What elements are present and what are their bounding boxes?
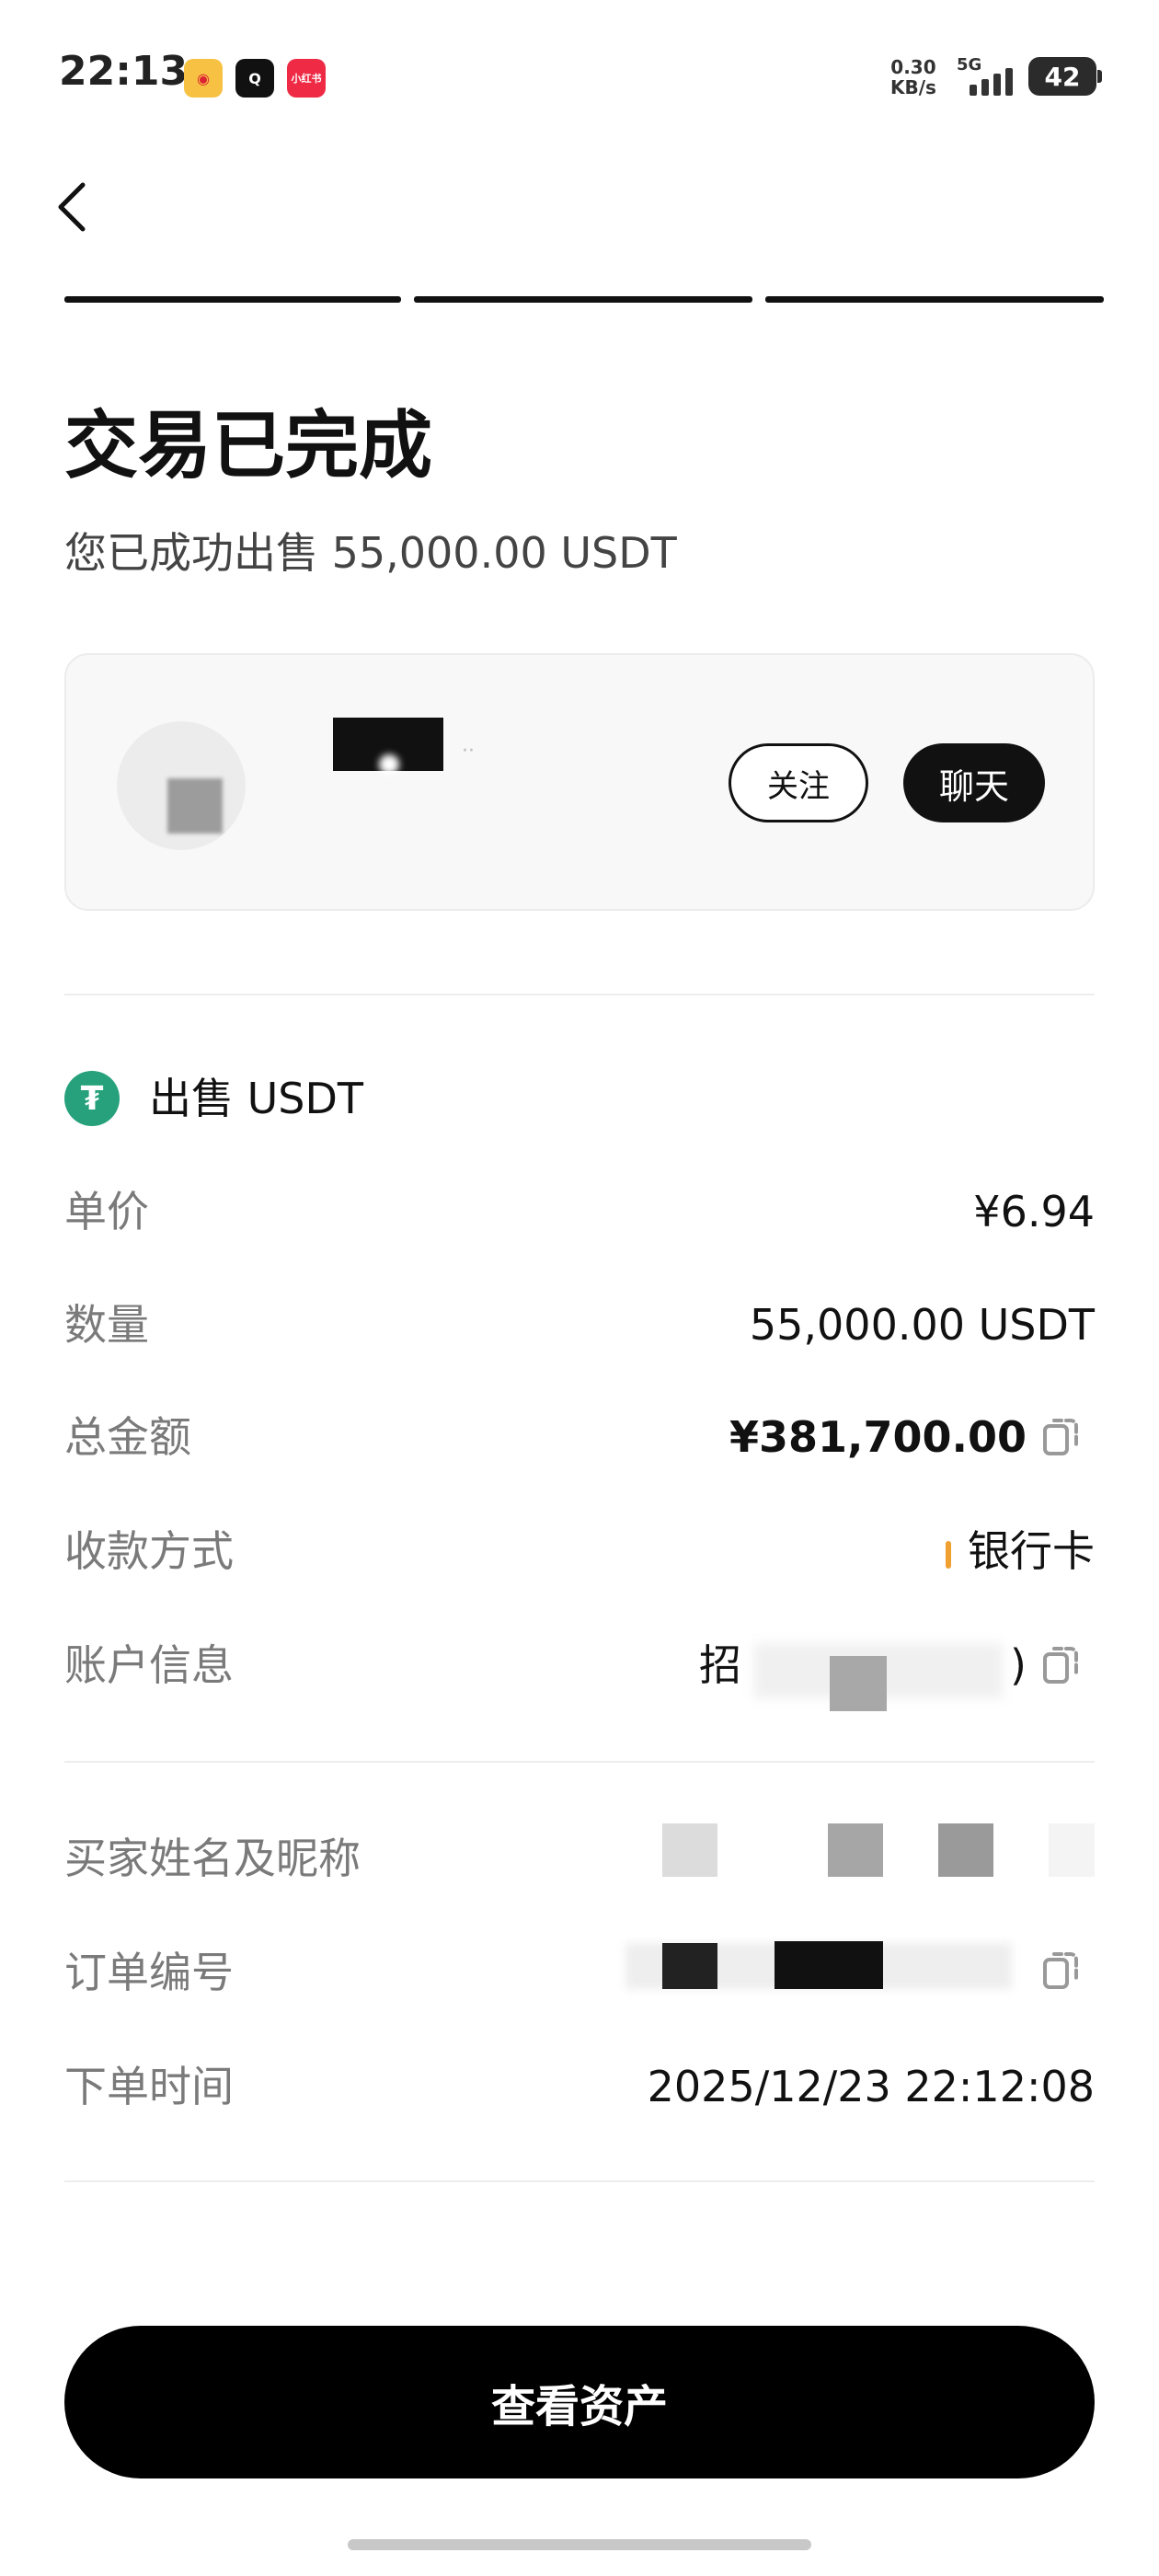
buyer-name-redacted [662,1823,717,1877]
divider [64,2180,1095,2182]
status-time: 22:13 [59,48,189,95]
order-number-redacted-block [775,1941,883,1989]
signal-icon: 5G [957,55,1021,96]
follow-button[interactable]: 关注 [729,743,868,822]
copy-icon[interactable] [1041,1415,1082,1459]
payment-method-label: 收款方式 [64,1526,234,1576]
buyer-name-redacted [1049,1823,1095,1877]
progress-step-2 [414,296,752,303]
buyer-name-redacted [828,1823,883,1877]
home-indicator[interactable] [348,2539,811,2550]
chat-button[interactable]: 聊天 [903,743,1045,822]
unit-price-value: ¥6.94 [973,1187,1095,1236]
unit-price-label: 单价 [64,1187,149,1236]
account-info-suffix: ) [1010,1640,1027,1690]
network-speed: 0.30 KB/s [890,56,936,98]
usdt-icon: ₮ [64,1071,120,1126]
battery-icon: 42 [1028,57,1102,96]
quantity-value: 55,000.00 USDT [749,1300,1095,1350]
copy-icon[interactable] [1041,1643,1082,1687]
bank-card-icon [946,1540,951,1569]
order-time-label: 下单时间 [64,2062,234,2111]
status-bar: 22:13 ◉ Q 小红书 0.30 KB/s 5G 42 [0,0,1159,156]
buyer-name-redacted [938,1823,993,1877]
name-dots: ·· [462,740,475,763]
page-subtitle: 您已成功出售 55,000.00 USDT [64,528,677,578]
back-button[interactable] [55,170,110,244]
total-amount-label: 总金额 [64,1412,191,1462]
divider [64,994,1095,995]
quantity-label: 数量 [64,1300,149,1350]
quark-icon: Q [235,59,274,98]
divider [64,1761,1095,1763]
payment-method-value: 银行卡 [946,1524,1095,1579]
order-number-label: 订单编号 [64,1948,234,1997]
buyer-name-label: 买家姓名及昵称 [64,1834,361,1883]
xiaohongshu-icon: 小红书 [287,59,326,98]
user-name-redacted [333,718,443,775]
view-assets-button[interactable]: 查看资产 [64,2326,1095,2478]
order-number-redacted-block [662,1943,717,1989]
progress-step-3 [765,296,1104,303]
chevron-left-icon [58,182,86,232]
page-title: 交易已完成 [64,403,432,489]
account-info-redacted-block [830,1656,887,1711]
section-title: 出售 USDT [149,1074,364,1123]
account-info-label: 账户信息 [64,1640,234,1690]
order-time-value: 2025/12/23 22:12:08 [647,2062,1095,2111]
counterparty-card: ·· 关注 聊天 [64,653,1095,911]
total-amount-value: ¥381,700.00 [729,1412,1027,1462]
weibo-icon: ◉ [184,59,223,98]
progress-step-1 [64,296,401,303]
copy-icon[interactable] [1041,1949,1082,1993]
avatar[interactable] [117,721,246,850]
